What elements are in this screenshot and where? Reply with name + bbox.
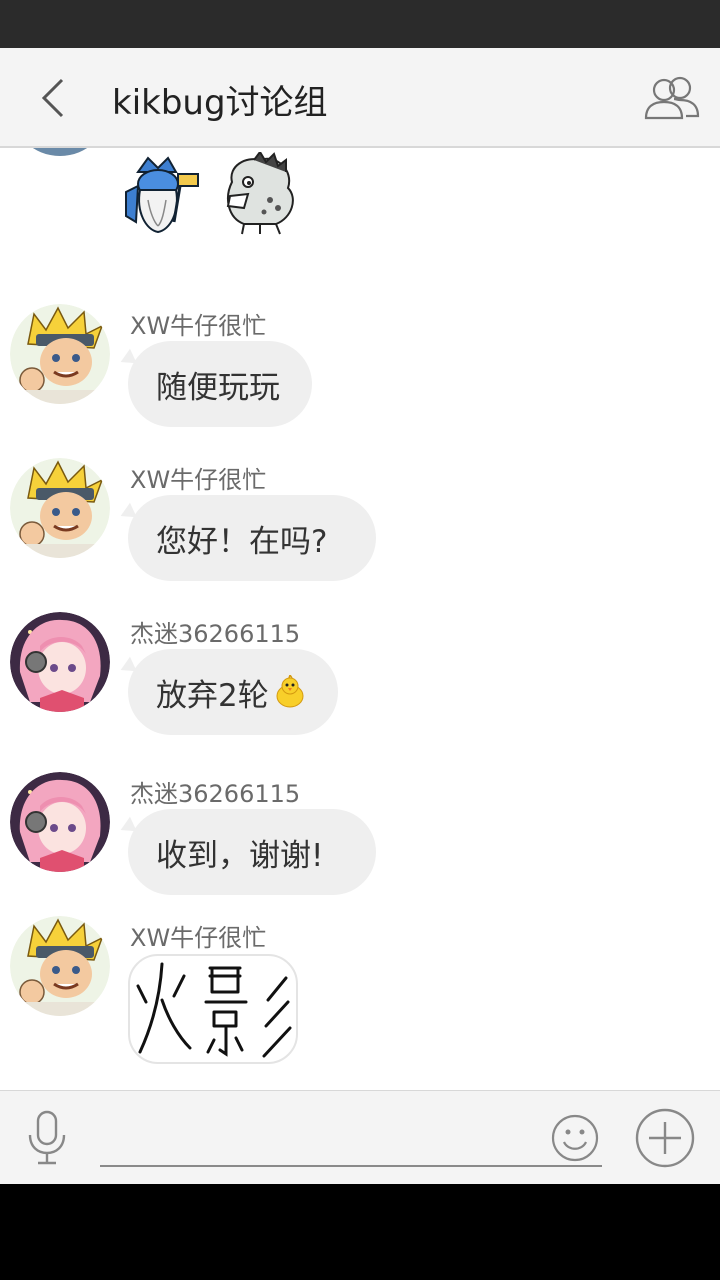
back-button[interactable] <box>30 72 80 124</box>
avatar[interactable] <box>10 148 110 156</box>
plus-icon <box>635 1108 695 1168</box>
emoji-button[interactable] <box>550 1113 600 1163</box>
avatar[interactable] <box>10 772 110 872</box>
message-text: 放弃2轮 <box>156 677 269 714</box>
status-bar <box>0 0 720 48</box>
group-members-button[interactable] <box>640 72 704 124</box>
sender-name: XW牛仔很忙 <box>130 312 267 340</box>
sticker-message[interactable] <box>118 152 302 238</box>
page-title: kikbug讨论组 <box>112 83 328 123</box>
message-input[interactable] <box>100 1113 602 1167</box>
chat-header: kikbug讨论组 <box>0 48 720 148</box>
voice-button[interactable] <box>24 1109 70 1167</box>
group-members-icon <box>644 76 700 120</box>
message-bubble[interactable]: 放弃2轮 <box>128 649 338 735</box>
message-bubble[interactable]: 收到，谢谢! <box>128 809 376 895</box>
smiley-icon <box>551 1114 599 1162</box>
chick-emoji <box>276 675 304 708</box>
navigation-bar <box>0 1184 720 1280</box>
handwriting-image <box>136 962 292 1058</box>
microphone-icon <box>28 1110 66 1165</box>
avatar[interactable] <box>10 916 110 1016</box>
chevron-left-icon <box>41 78 64 118</box>
warrior-sticker <box>125 156 199 234</box>
dragon-sticker <box>226 152 294 235</box>
message-bubble[interactable]: 随便玩玩 <box>128 341 312 427</box>
input-bar <box>0 1090 720 1184</box>
handwriting-sticker[interactable] <box>128 954 298 1064</box>
avatar[interactable] <box>10 612 110 712</box>
message-list[interactable]: XW牛仔很忙 随便玩玩 XW牛仔很忙 您好！在吗? 杰迷36266115 放弃2… <box>0 148 720 1090</box>
sender-name: 杰迷36266115 <box>130 780 301 808</box>
avatar[interactable] <box>10 458 110 558</box>
avatar[interactable] <box>10 304 110 404</box>
sender-name: XW牛仔很忙 <box>130 466 267 494</box>
more-button[interactable] <box>634 1107 696 1169</box>
sender-name: 杰迷36266115 <box>130 620 301 648</box>
sender-name: XW牛仔很忙 <box>130 924 267 952</box>
message-bubble[interactable]: 您好！在吗? <box>128 495 376 581</box>
